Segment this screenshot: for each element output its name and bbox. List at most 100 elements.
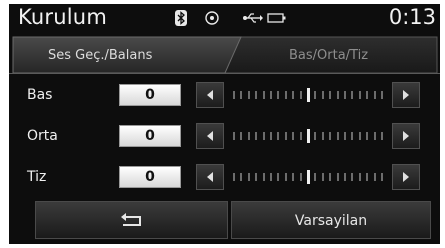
slider-tick: [277, 132, 280, 140]
usb-icon: [243, 11, 263, 25]
slider-tick: [284, 91, 287, 99]
slider-tick: [358, 132, 361, 140]
eq-row-treble: Tiz 0: [9, 158, 440, 196]
setup-screen: Kurulum 0:13 Ses Geç./Balans Bas/Orta/Ti…: [9, 4, 440, 244]
slider-tick: [255, 132, 258, 140]
slider-tick: [284, 173, 287, 181]
tab-bass-mid-treble[interactable]: Bas/Orta/Tiz: [289, 48, 368, 63]
slider-tick: [329, 132, 332, 140]
left-arrow-icon: [207, 90, 213, 100]
slider-tick: [321, 173, 324, 181]
slider-tick: [270, 132, 272, 140]
slider-tick: [240, 132, 243, 140]
slider-tick: [366, 91, 369, 99]
default-button-label: Varsayilan: [294, 213, 368, 229]
slider-tick: [381, 173, 383, 181]
slider-tick: [314, 132, 317, 140]
slider-tick: [329, 91, 332, 99]
bass-value: 0: [119, 84, 181, 106]
screen-title: Kurulum: [18, 5, 107, 29]
slider-tick: [299, 91, 302, 99]
slider-tick: [344, 173, 346, 181]
clock: 0:13: [388, 5, 436, 29]
tab-bar: Ses Geç./Balans Bas/Orta/Tiz: [9, 36, 440, 74]
right-arrow-icon: [403, 131, 409, 141]
slider-tick: [373, 132, 376, 140]
slider-tick: [270, 173, 272, 181]
left-arrow-icon: [207, 172, 213, 182]
slider-tick: [233, 173, 235, 181]
slider-thumb[interactable]: [306, 170, 310, 184]
status-bar: Kurulum 0:13: [9, 4, 440, 34]
row-label: Bas: [27, 87, 53, 103]
treble-value: 0: [119, 166, 181, 188]
bass-increase-button[interactable]: [392, 82, 420, 108]
eq-row-bass: Bas 0: [9, 76, 440, 114]
right-arrow-icon: [403, 90, 409, 100]
slider-tick: [233, 132, 235, 140]
slider-tick: [255, 173, 258, 181]
slider-tick: [336, 91, 339, 99]
slider-tick: [344, 132, 346, 140]
navigation-icon: [205, 11, 219, 25]
bass-slider[interactable]: [233, 88, 383, 102]
tab-fader-balance[interactable]: Ses Geç./Balans: [48, 48, 152, 63]
slider-tick: [247, 91, 250, 99]
slider-tick: [321, 91, 324, 99]
slider-tick: [358, 91, 361, 99]
slider-thumb[interactable]: [306, 129, 310, 143]
battery-icon: [267, 11, 287, 25]
right-arrow-icon: [403, 172, 409, 182]
slider-tick: [314, 173, 317, 181]
slider-tick: [366, 173, 369, 181]
slider-tick: [351, 91, 354, 99]
slider-tick: [284, 132, 287, 140]
return-arrow-icon: [121, 213, 141, 226]
treble-slider[interactable]: [233, 170, 383, 184]
row-label: Orta: [27, 128, 58, 144]
slider-tick: [366, 132, 369, 140]
mid-value: 0: [119, 125, 181, 147]
slider-tick: [336, 132, 339, 140]
slider-tick: [358, 173, 361, 181]
slider-tick: [240, 173, 243, 181]
slider-tick: [262, 132, 265, 140]
mid-decrease-button[interactable]: [196, 123, 224, 149]
slider-tick: [373, 173, 376, 181]
slider-tick: [247, 173, 250, 181]
slider-tick: [240, 91, 243, 99]
left-arrow-icon: [207, 131, 213, 141]
bottom-bar: Varsayilan: [9, 201, 440, 241]
slider-tick: [336, 173, 339, 181]
treble-increase-button[interactable]: [392, 164, 420, 190]
back-button[interactable]: [35, 201, 228, 239]
slider-thumb[interactable]: [306, 88, 310, 102]
slider-tick: [351, 173, 354, 181]
default-button[interactable]: Varsayilan: [231, 201, 431, 239]
row-label: Tiz: [27, 169, 47, 185]
bluetooth-icon: [175, 10, 187, 26]
slider-tick: [270, 91, 272, 99]
bass-decrease-button[interactable]: [196, 82, 224, 108]
slider-tick: [314, 91, 317, 99]
slider-tick: [299, 132, 302, 140]
slider-tick: [299, 173, 302, 181]
slider-tick: [255, 91, 258, 99]
slider-tick: [262, 173, 265, 181]
mid-slider[interactable]: [233, 129, 383, 143]
slider-tick: [381, 91, 383, 99]
slider-tick: [292, 132, 295, 140]
slider-tick: [277, 91, 280, 99]
slider-tick: [247, 132, 250, 140]
eq-row-mid: Orta 0: [9, 117, 440, 155]
slider-tick: [381, 132, 383, 140]
slider-tick: [292, 173, 295, 181]
slider-tick: [292, 91, 295, 99]
treble-decrease-button[interactable]: [196, 164, 224, 190]
slider-tick: [277, 173, 280, 181]
slider-tick: [373, 91, 376, 99]
slider-tick: [351, 132, 354, 140]
mid-increase-button[interactable]: [392, 123, 420, 149]
slider-tick: [321, 132, 324, 140]
slider-tick: [329, 173, 332, 181]
